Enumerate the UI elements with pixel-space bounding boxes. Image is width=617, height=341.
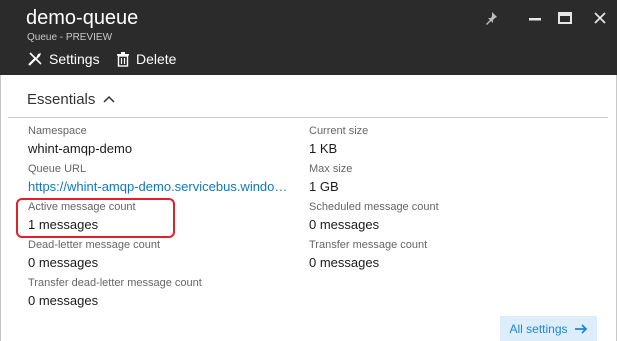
transfer-message-count-value: 0 messages [309, 255, 380, 270]
settings-button[interactable]: Settings [27, 49, 100, 69]
arrow-right-icon [574, 324, 587, 334]
namespace-label: Namespace [28, 125, 87, 137]
essentials-title: Essentials [27, 90, 96, 108]
pin-icon[interactable] [481, 8, 501, 28]
scheduled-message-count-label: Scheduled message count [309, 201, 439, 213]
current-size-value: 1 KB [309, 141, 338, 156]
blade-subtitle: Queue - PREVIEW [27, 32, 113, 43]
highlight-box [16, 198, 175, 238]
maximize-icon[interactable] [555, 8, 575, 28]
delete-label: Delete [136, 51, 177, 67]
essentials-divider [8, 117, 608, 118]
trash-icon [117, 52, 129, 67]
settings-label: Settings [49, 51, 100, 67]
max-size-label: Max size [309, 163, 353, 175]
chevron-up-icon [103, 95, 115, 103]
all-settings-label: All settings [509, 322, 568, 336]
minimize-icon[interactable] [525, 8, 545, 28]
blade-title: demo-queue [26, 7, 139, 29]
transfer-dead-letter-count-label: Transfer dead-letter message count [28, 277, 202, 289]
dead-letter-message-count-value: 0 messages [28, 255, 99, 270]
all-settings-button[interactable]: All settings [500, 316, 597, 341]
close-icon[interactable] [590, 8, 610, 28]
transfer-dead-letter-count-value: 0 messages [28, 293, 99, 308]
queue-url-link[interactable]: https://whint-amqp-demo.servicebus.windo… [28, 179, 296, 194]
delete-button[interactable]: Delete [116, 49, 176, 69]
wrench-icon [28, 52, 42, 66]
transfer-message-count-label: Transfer message count [309, 239, 428, 251]
queue-url-label: Queue URL [28, 163, 87, 175]
scheduled-message-count-value: 0 messages [309, 217, 380, 232]
max-size-value: 1 GB [309, 179, 339, 194]
blade-header: demo-queue Queue - PREVIEW Settings Dele… [0, 0, 617, 75]
namespace-value: whint-amqp-demo [28, 141, 133, 156]
essentials-toggle[interactable]: Essentials [27, 89, 115, 109]
current-size-label: Current size [309, 125, 369, 137]
dead-letter-message-count-label: Dead-letter message count [28, 239, 161, 251]
